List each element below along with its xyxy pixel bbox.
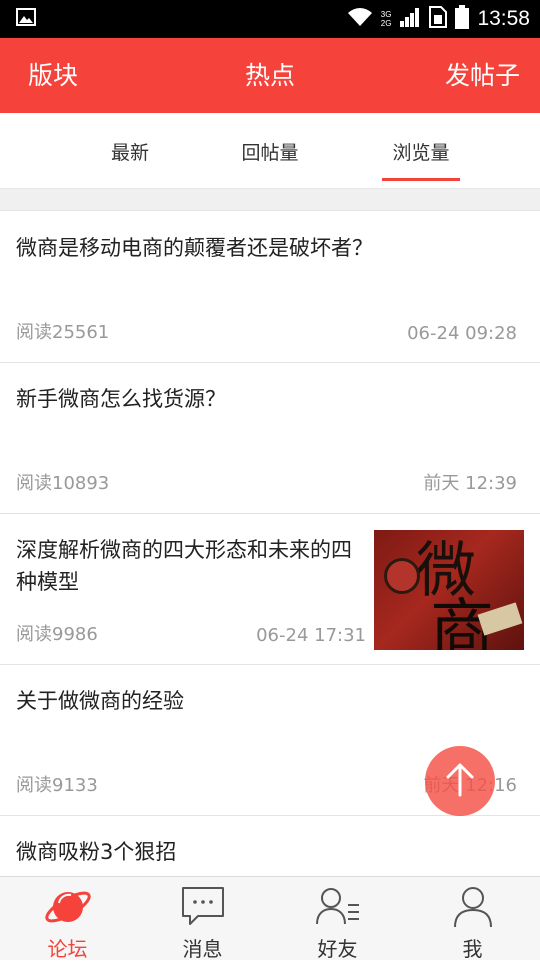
nav-me[interactable]: 我 bbox=[405, 877, 540, 961]
post-title: 关于做微商的经验 bbox=[16, 689, 184, 713]
list-item[interactable]: 微商吸粉3个狠招 bbox=[0, 816, 540, 876]
nav-friends[interactable]: 好友 bbox=[270, 877, 405, 961]
nav-label: 消息 bbox=[182, 937, 223, 961]
friends-list-icon bbox=[315, 883, 361, 929]
post-title: 微商是移动电商的颠覆者还是破坏者？ bbox=[16, 236, 373, 260]
list-item[interactable]: 新手微商怎么找货源？ 阅读10893 前天 12:39 bbox=[0, 363, 540, 514]
post-read-count: 阅读9133 bbox=[16, 775, 98, 796]
tab-replies[interactable]: 回帖量 bbox=[230, 113, 310, 189]
active-tab-indicator bbox=[382, 178, 460, 181]
app-header: 热点 版块 发帖子 bbox=[0, 38, 540, 113]
post-time: 06-24 17:31 bbox=[256, 625, 366, 646]
section-divider bbox=[0, 189, 540, 211]
status-bar: 3G 2G 13:58 bbox=[0, 0, 540, 38]
nav-messages[interactable]: 消息 bbox=[135, 877, 270, 961]
battery-icon bbox=[455, 5, 470, 33]
post-read-count: 阅读9986 bbox=[16, 624, 98, 645]
tab-latest[interactable]: 最新 bbox=[90, 113, 170, 189]
list-item[interactable]: 深度解析微商的四大形态和未来的四种模型 阅读9986 06-24 17:31 微… bbox=[0, 514, 540, 665]
nav-label: 论坛 bbox=[47, 937, 88, 961]
signal-icon bbox=[399, 7, 421, 31]
nav-label: 好友 bbox=[317, 937, 358, 961]
post-title: 深度解析微商的四大形态和未来的四种模型 bbox=[16, 538, 352, 594]
post-read-count: 阅读25561 bbox=[16, 322, 110, 343]
arrow-up-icon bbox=[440, 759, 480, 803]
chat-bubble-icon bbox=[180, 883, 226, 929]
user-icon bbox=[450, 883, 496, 929]
wifi-icon bbox=[347, 7, 373, 31]
sections-button[interactable]: 版块 bbox=[28, 38, 78, 113]
network-type: 3G 2G bbox=[380, 10, 392, 28]
back-to-top-button[interactable] bbox=[425, 746, 495, 816]
list-item[interactable]: 微商是移动电商的颠覆者还是破坏者？ 阅读25561 06-24 09:28 bbox=[0, 212, 540, 363]
post-title: 微商吸粉3个狠招 bbox=[16, 840, 177, 864]
sim-icon bbox=[429, 6, 448, 32]
gallery-notification-icon bbox=[16, 8, 36, 30]
nav-forum[interactable]: 论坛 bbox=[0, 877, 135, 961]
post-time: 前天 12:39 bbox=[423, 473, 517, 494]
post-time: 06-24 09:28 bbox=[407, 323, 517, 344]
post-title: 新手微商怎么找货源？ bbox=[16, 387, 226, 411]
post-thumbnail: 微 商 bbox=[374, 530, 524, 650]
new-post-button[interactable]: 发帖子 bbox=[445, 38, 520, 113]
status-time: 13:58 bbox=[477, 7, 530, 30]
bottom-nav: 论坛 消息 好友 我 bbox=[0, 876, 540, 961]
post-read-count: 阅读10893 bbox=[16, 473, 110, 494]
seal-icon bbox=[384, 558, 420, 594]
planet-icon bbox=[45, 883, 91, 929]
nav-label: 我 bbox=[462, 937, 483, 961]
